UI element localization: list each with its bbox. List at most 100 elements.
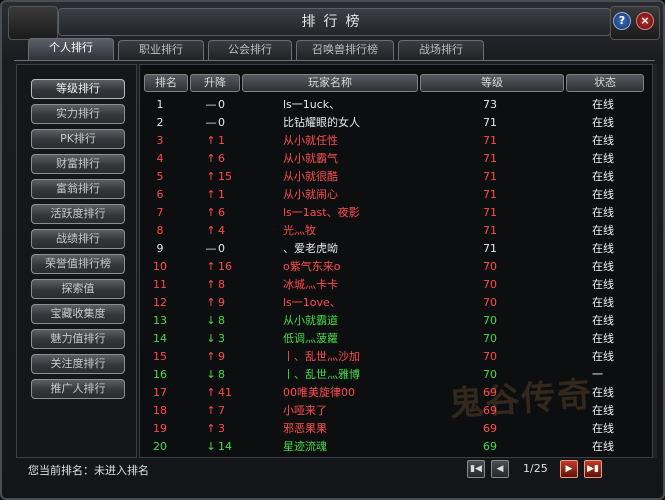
table-row[interactable]: 6 ↑ 1 从小就闹心 71 在线 — [140, 186, 652, 204]
col-header-change[interactable]: 升降 — [190, 74, 240, 92]
sidebar-item-promoter[interactable]: 推广人排行 — [31, 379, 125, 399]
tab-personal[interactable]: 个人排行 — [28, 38, 114, 60]
prev-page-button[interactable]: ◀ — [491, 460, 509, 478]
change-arrow-icon: ↑ — [206, 152, 216, 165]
table-row[interactable]: 8 ↑ 4 光灬牧 71 在线 — [140, 222, 652, 240]
table-row[interactable]: 14 ↓ 3 低调灬菠蘿 70 在线 — [140, 330, 652, 348]
level-cell: 71 — [483, 170, 497, 183]
change-arrow-icon: — — [205, 242, 217, 255]
table-row[interactable]: 17 ↑ 41 00唯美旋律00 69 在线 — [140, 384, 652, 402]
table-row[interactable]: 15 ↑ 9 丨、乱世灬沙加 70 在线 — [140, 348, 652, 366]
table-row[interactable]: 5 ↑ 15 从小就很酷 71 在线 — [140, 168, 652, 186]
change-cell: 4 — [218, 224, 225, 237]
tab-battlefield[interactable]: 战场排行 — [398, 40, 484, 60]
player-name-cell: 从小就任性 — [283, 134, 338, 147]
table-row[interactable]: 18 ↑ 7 小哑来了 69 在线 — [140, 402, 652, 420]
table-row[interactable]: 13 ↓ 8 从小就霸道 70 在线 — [140, 312, 652, 330]
table-row[interactable]: 2 —0 比钻耀眼的女人 71 在线 — [140, 114, 652, 132]
rank-cell: 8 — [156, 224, 164, 237]
table-row[interactable]: 16 ↓ 8 丨、乱世灬雅博 70 一 — [140, 366, 652, 384]
change-cell: 3 — [218, 422, 225, 435]
level-cell: 70 — [483, 314, 497, 327]
change-arrow-icon: ↑ — [206, 350, 216, 363]
sidebar-item-rich[interactable]: 富翁排行 — [31, 179, 125, 199]
status-cell: 在线 — [592, 224, 614, 237]
level-cell: 71 — [483, 152, 497, 165]
rank-cell: 10 — [153, 260, 167, 273]
status-cell: 在线 — [592, 422, 614, 435]
player-name-cell: 比钻耀眼的女人 — [283, 116, 360, 129]
close-icon[interactable]: × — [636, 12, 654, 30]
table-row[interactable]: 10 ↑ 16 o紫气东来o 70 在线 — [140, 258, 652, 276]
player-name-cell: 光灬牧 — [283, 224, 316, 237]
player-name-cell: 从小就霸道 — [283, 314, 338, 327]
last-page-button[interactable]: ▶▮ — [584, 460, 602, 478]
tab-class[interactable]: 职业排行 — [118, 40, 204, 60]
sidebar-item-explore[interactable]: 探索值 — [31, 279, 125, 299]
first-page-button[interactable]: ▮◀ — [467, 460, 485, 478]
next-page-button[interactable]: ▶ — [560, 460, 578, 478]
sidebar-item-pk[interactable]: PK排行 — [31, 129, 125, 149]
level-cell: 71 — [483, 134, 497, 147]
tab-summon[interactable]: 召唤兽排行榜 — [296, 40, 394, 60]
sidebar-item-battle[interactable]: 战绩排行 — [31, 229, 125, 249]
player-name-cell: 星迹流魂 — [283, 440, 327, 453]
ranking-window: 排行榜 ? × 个人排行 职业排行 公会排行 召唤兽排行榜 战场排行 等级排行 … — [0, 0, 665, 500]
rank-cell: 11 — [153, 278, 167, 291]
table-row[interactable]: 4 ↑ 6 从小就霸气 71 在线 — [140, 150, 652, 168]
sidebar-item-strength[interactable]: 实力排行 — [31, 104, 125, 124]
status-cell: 在线 — [592, 386, 614, 399]
change-cell: 6 — [218, 152, 225, 165]
change-arrow-icon: ↓ — [206, 314, 216, 327]
table-row[interactable]: 7 ↑ 6 ls一1ast、夜影 71 在线 — [140, 204, 652, 222]
table-row[interactable]: 9 —0 、爱老虎呦 71 在线 — [140, 240, 652, 258]
rank-cell: 12 — [153, 296, 167, 309]
my-rank-label: 您当前排名：未进入排名 — [28, 464, 149, 477]
change-arrow-icon: — — [205, 116, 217, 129]
change-cell: 14 — [218, 440, 232, 453]
table-row[interactable]: 20 ↓ 14 星迹流魂 69 在线 — [140, 438, 652, 456]
rank-cell: 15 — [153, 350, 167, 363]
ranking-table: 鬼谷传奇 排名 升降 玩家名称 等级 状态 1—0 ls一1uck、 73 在线 2—0… — [139, 64, 653, 458]
col-header-name[interactable]: 玩家名称 — [242, 74, 418, 92]
sidebar-item-activity[interactable]: 活跃度排行 — [31, 204, 125, 224]
table-row[interactable]: 11 ↑ 8 冰城灬卡卡 70 在线 — [140, 276, 652, 294]
change-cell: 9 — [218, 350, 225, 363]
sidebar-item-treasure[interactable]: 宝藏收集度 — [31, 304, 125, 324]
table-row[interactable]: 12 ↑ 9 ls一1ove、 70 在线 — [140, 294, 652, 312]
level-cell: 70 — [483, 260, 497, 273]
level-cell: 69 — [483, 440, 497, 453]
help-icon[interactable]: ? — [613, 12, 631, 30]
col-header-level[interactable]: 等级 — [420, 74, 564, 92]
change-arrow-icon: ↓ — [206, 440, 216, 453]
table-row[interactable]: 3 ↑ 1 从小就任性 71 在线 — [140, 132, 652, 150]
level-cell: 70 — [483, 368, 497, 381]
change-cell: 1 — [218, 188, 225, 201]
sidebar-item-level[interactable]: 等级排行 — [31, 79, 125, 99]
col-header-status[interactable]: 状态 — [566, 74, 644, 92]
tab-guild[interactable]: 公会排行 — [208, 40, 292, 60]
scrollbar[interactable] — [653, 64, 657, 458]
table-row[interactable]: 1 —0 ls一1uck、 73 在线 — [140, 96, 652, 114]
window-title: 排行榜 — [58, 8, 611, 36]
table-row[interactable]: 19 ↑ 3 邪恶果果 69 在线 — [140, 420, 652, 438]
status-cell: 在线 — [592, 116, 614, 129]
player-name-cell: ls一1ove、 — [283, 296, 341, 309]
rank-cell: 7 — [156, 206, 164, 219]
change-cell: 7 — [218, 404, 225, 417]
player-name-cell: ls一1uck、 — [283, 98, 341, 111]
rank-cell: 20 — [153, 440, 167, 453]
col-header-rank[interactable]: 排名 — [144, 74, 188, 92]
level-cell: 69 — [483, 404, 497, 417]
player-name-cell: 从小就霸气 — [283, 152, 338, 165]
player-name-cell: o紫气东来o — [283, 260, 341, 273]
sidebar-item-honor[interactable]: 荣誉值排行榜 — [31, 254, 125, 274]
sidebar-item-charm[interactable]: 魅力值排行 — [31, 329, 125, 349]
level-cell: 70 — [483, 278, 497, 291]
sidebar-item-attention[interactable]: 关注度排行 — [31, 354, 125, 374]
change-cell: 15 — [218, 170, 232, 183]
sidebar-item-wealth[interactable]: 财富排行 — [31, 154, 125, 174]
status-cell: 在线 — [592, 350, 614, 363]
status-cell: 在线 — [592, 296, 614, 309]
level-cell: 69 — [483, 422, 497, 435]
